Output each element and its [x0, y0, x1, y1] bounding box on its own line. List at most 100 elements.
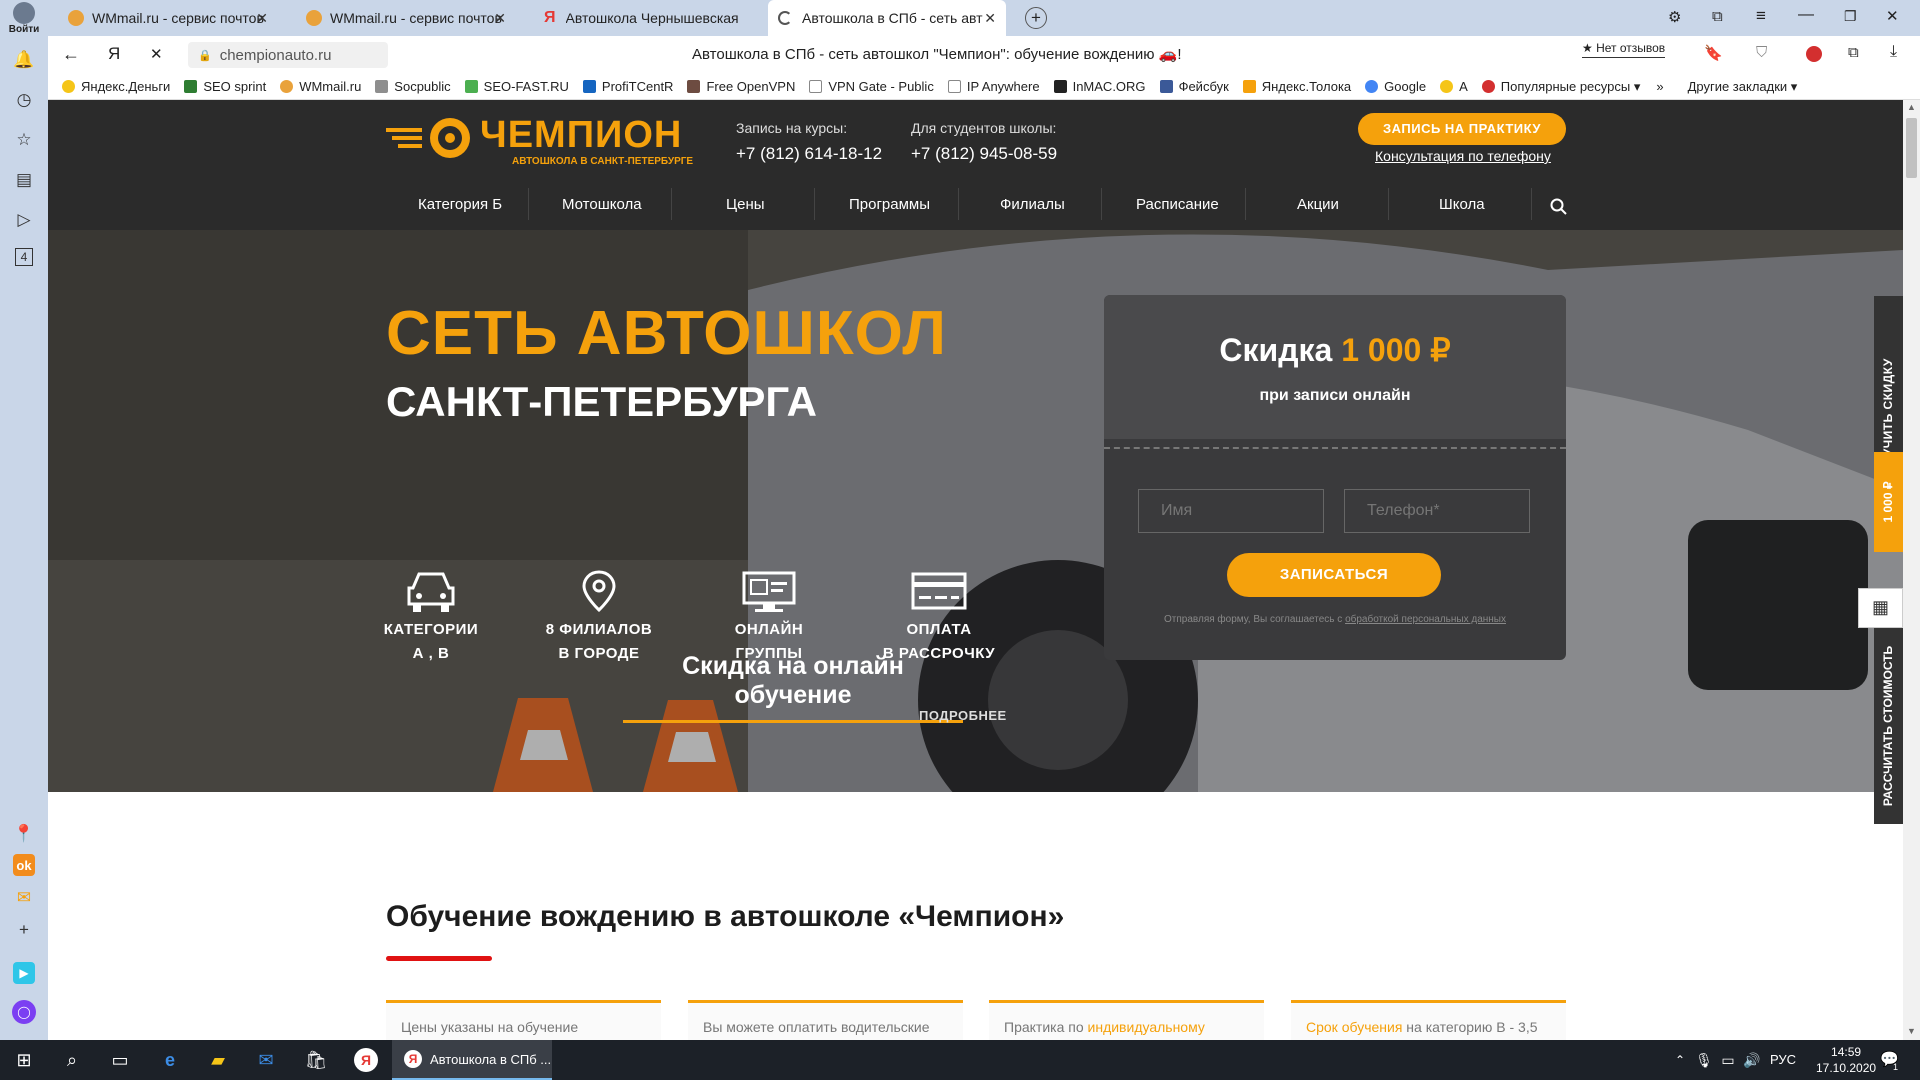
- nav-item[interactable]: Акции: [1297, 196, 1339, 213]
- bookmark-icon[interactable]: 🔖: [1704, 44, 1723, 62]
- scroll-up-arrow-icon[interactable]: ▲: [1907, 102, 1916, 112]
- taskbar-active-window[interactable]: Я Автошкола в СПб ...: [392, 1040, 552, 1080]
- bookmark-item[interactable]: Free OpenVPN: [687, 79, 795, 94]
- maps-pin-icon[interactable]: 📍: [12, 822, 36, 846]
- stop-loading-icon[interactable]: ✕: [150, 45, 163, 63]
- menu-icon[interactable]: ≡: [1756, 6, 1766, 26]
- maximize-button[interactable]: ❐: [1844, 8, 1857, 25]
- online-discount-link[interactable]: Скидка на онлайн обучение: [623, 652, 963, 723]
- phone-input[interactable]: [1344, 489, 1530, 533]
- notifications-count-badge: 1: [1893, 1062, 1899, 1072]
- windows-start-icon[interactable]: ⊞: [12, 1048, 36, 1072]
- bookmark-item[interactable]: Google: [1365, 79, 1426, 94]
- page-scrollbar[interactable]: ▲ ▼: [1903, 100, 1920, 1040]
- more-link[interactable]: ПОДРОБНЕЕ: [919, 708, 1007, 723]
- new-tab-button[interactable]: +: [1025, 7, 1047, 29]
- reading-list-icon[interactable]: ▤: [12, 168, 36, 192]
- clock[interactable]: 14:59 17.10.2020: [1816, 1044, 1876, 1076]
- bookmark-item[interactable]: SEO sprint: [184, 79, 266, 94]
- notifications-icon[interactable]: 🔔: [12, 48, 36, 72]
- protect-shield-icon[interactable]: ⛉: [1756, 44, 1767, 61]
- language-indicator[interactable]: РУС: [1770, 1052, 1796, 1067]
- bookmark-folder[interactable]: Популярные ресурсы ▾: [1481, 79, 1640, 95]
- extensions-icon[interactable]: ⚙: [1668, 8, 1681, 26]
- file-explorer-icon[interactable]: ▰: [206, 1048, 230, 1072]
- tabs-count-icon[interactable]: 4: [15, 248, 33, 266]
- other-bookmarks[interactable]: Другие закладки ▾: [1688, 79, 1798, 95]
- close-window-button[interactable]: ✕: [1886, 7, 1899, 25]
- phone-consult-link[interactable]: Консультация по телефону: [1375, 148, 1551, 164]
- yandex-browser-icon[interactable]: Я: [354, 1048, 378, 1072]
- discount-heading: Скидка 1 000 ₽: [1104, 331, 1566, 369]
- calculator-icon[interactable]: ▦: [1858, 588, 1903, 628]
- edge-browser-icon[interactable]: e: [158, 1048, 182, 1072]
- downloads-icon[interactable]: ⧉: [1848, 44, 1859, 61]
- messenger-icon[interactable]: ▶: [13, 962, 35, 984]
- submit-button[interactable]: ЗАПИСАТЬСЯ: [1227, 553, 1441, 597]
- add-panel-icon[interactable]: +: [12, 918, 36, 942]
- bookmark-item[interactable]: SEO-FAST.RU: [464, 79, 569, 94]
- favorites-star-icon[interactable]: ☆: [12, 128, 36, 152]
- name-input[interactable]: [1138, 489, 1324, 533]
- nav-item[interactable]: Категория Б: [418, 196, 502, 213]
- browser-tab-bar: Войти WMmail.ru - сервис почтов ✕ WMmail…: [0, 0, 1920, 36]
- bookmark-item[interactable]: Яндекс.Деньги: [62, 79, 170, 94]
- contact-phone[interactable]: +7 (812) 614-18-12: [736, 144, 882, 164]
- nav-item[interactable]: Мотошкола: [562, 196, 642, 213]
- bookmark-item[interactable]: Яндекс.Толока: [1242, 79, 1351, 94]
- discount-amount-tab[interactable]: 1 000 ₽: [1874, 452, 1903, 552]
- video-play-icon[interactable]: ▷: [12, 208, 36, 232]
- show-hidden-icons[interactable]: ⌃: [1668, 1048, 1692, 1072]
- close-tab-icon[interactable]: ✕: [494, 10, 506, 27]
- feature-categories: КАТЕГОРИИ А , В: [366, 570, 496, 666]
- bookmark-item[interactable]: IP Anywhere: [947, 79, 1040, 94]
- url-field[interactable]: 🔒 chempionauto.ru: [188, 42, 388, 68]
- bookmark-item[interactable]: A: [1440, 79, 1468, 94]
- download-arrow-icon[interactable]: ⤓: [1890, 43, 1897, 61]
- close-tab-icon[interactable]: ✕: [256, 10, 268, 27]
- browser-tab[interactable]: Я Автошкола Чернышевская: [534, 0, 754, 36]
- nav-item[interactable]: Программы: [849, 196, 930, 213]
- microphone-icon[interactable]: 🎙: [1692, 1048, 1716, 1072]
- browser-tab-active[interactable]: Автошкола в СПб - сеть авт ✕: [768, 0, 1006, 36]
- contact-phone[interactable]: +7 (812) 945-08-59: [911, 144, 1057, 164]
- extension-red-icon[interactable]: [1806, 46, 1822, 62]
- back-icon[interactable]: ←: [62, 44, 80, 65]
- bookmarks-overflow-icon[interactable]: »: [1656, 79, 1663, 94]
- alice-assistant-icon[interactable]: ◯: [12, 1000, 36, 1024]
- search-icon[interactable]: ⌕: [60, 1048, 84, 1072]
- search-icon[interactable]: [1550, 198, 1568, 216]
- bookmark-item[interactable]: InMAC.ORG: [1053, 79, 1146, 94]
- close-tab-icon[interactable]: ✕: [984, 10, 996, 27]
- nav-item[interactable]: Расписание: [1136, 196, 1219, 213]
- nav-item[interactable]: Филиалы: [1000, 196, 1065, 213]
- mail-app-icon[interactable]: ✉: [254, 1048, 278, 1072]
- store-icon[interactable]: 🛍: [304, 1048, 328, 1072]
- bookmark-item[interactable]: Фейсбук: [1159, 79, 1229, 94]
- minimize-button[interactable]: —: [1798, 6, 1814, 24]
- practice-signup-button[interactable]: ЗАПИСЬ НА ПРАКТИКУ: [1358, 113, 1566, 145]
- yandex-home-icon[interactable]: Я: [108, 44, 120, 64]
- scrollbar-thumb[interactable]: [1906, 118, 1917, 178]
- bookmark-item[interactable]: ProfiTCentR: [582, 79, 673, 94]
- bookmark-item[interactable]: WMmail.ru: [280, 79, 361, 94]
- history-icon[interactable]: ◷: [12, 88, 36, 112]
- nav-item[interactable]: Школа: [1439, 196, 1485, 213]
- collections-icon[interactable]: ⧉: [1712, 8, 1723, 25]
- bookmark-item[interactable]: VPN Gate - Public: [809, 79, 934, 94]
- task-view-icon[interactable]: ▭: [108, 1048, 132, 1072]
- reviews-badge[interactable]: ★ Нет отзывов: [1582, 41, 1666, 58]
- odnoklassniki-icon[interactable]: ok: [13, 854, 35, 876]
- nav-item[interactable]: Цены: [726, 196, 765, 213]
- scroll-down-arrow-icon[interactable]: ▼: [1907, 1026, 1916, 1036]
- site-logo[interactable]: ЧЕМПИОН АВТОШКОЛА В САНКТ-ПЕТЕРБУРГЕ: [386, 114, 693, 167]
- network-icon[interactable]: ▭: [1716, 1048, 1740, 1072]
- volume-icon[interactable]: 🔊: [1740, 1048, 1764, 1072]
- calc-cost-tab[interactable]: РАССЧИТАТЬ СТОИМОСТЬ: [1874, 628, 1903, 824]
- browser-tab[interactable]: WMmail.ru - сервис почтов ✕: [296, 0, 516, 36]
- bookmark-item[interactable]: Socpublic: [375, 79, 451, 94]
- browser-tab[interactable]: WMmail.ru - сервис почтов ✕: [58, 0, 278, 36]
- privacy-policy-link[interactable]: обработкой персональных данных: [1345, 614, 1506, 625]
- profile-button[interactable]: Войти: [4, 2, 44, 36]
- mail-icon[interactable]: ✉: [12, 886, 36, 910]
